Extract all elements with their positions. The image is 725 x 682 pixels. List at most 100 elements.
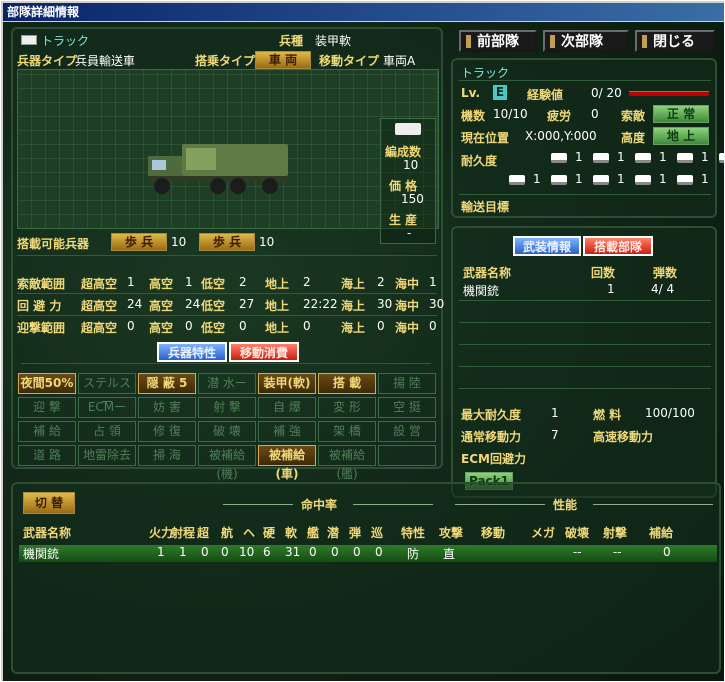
range-key: 地上 [265,321,290,335]
dur-label: 耐久度 [461,154,498,168]
trait-cell: 夜間50% [18,373,76,394]
perf-group-label: 性能 [553,498,578,512]
weapon-col-header: 潜 [327,526,340,540]
truck-small-icon [395,123,421,135]
weapon-col-header: 特性 [401,526,426,540]
lv-badge: E [493,85,507,100]
weapon-table-row-cells: 機関銃 1 1 0 0 10 6 31 0 0 0 0 防直 -- -- 0 [19,545,717,562]
tab-loaded-units[interactable]: 搭載部隊 [583,236,653,256]
fuel-value: 100/100 [645,406,695,420]
trait-cell: 搭 載 [318,373,376,394]
durability-value: 1 [617,150,625,164]
range-value: 0 [303,319,311,333]
fast-move-label: 高速移動力 [593,430,654,444]
move-type-value: 車両A [383,54,416,68]
weapon-cell: 0 [221,545,229,559]
hit-group-label: 命中率 [301,498,338,512]
range-value: 0 [429,319,437,333]
max-dur-value: 1 [551,406,559,420]
close-button[interactable]: 閉じる [635,30,715,52]
arms-row-ammo: 4/ 4 [651,282,675,296]
range-value: 24 [185,297,201,311]
tab-arms-info[interactable]: 武装情報 [513,236,581,256]
perf-group-line-right [593,504,713,505]
tank-icon [635,175,651,185]
range-value: 0 [127,319,135,333]
status-panel: トラック Lv. E 経験値 0/ 20 機数 10/10 疲労 0 索敵 正 … [451,58,724,218]
range-key: 海中 [395,277,420,291]
range-key: 海上 [341,277,366,291]
tank-icon [593,175,609,185]
weapon-cell: 防 [407,547,420,561]
next-unit-button[interactable]: 次部隊 [543,30,629,52]
hit-group-line-right [353,504,433,505]
range-value: 2 [377,275,385,289]
trait-cell: ステルスー [78,373,136,409]
weapon-cell: 1 [157,545,165,559]
range-key: 海上 [341,321,366,335]
weapon-cell: 直 [443,547,456,561]
weapon-cell: -- [573,545,582,559]
units-value: 10/10 [493,107,528,121]
range-value: 0 [185,319,193,333]
tank-icon [635,153,651,163]
arms-panel: 武装情報 搭載部隊 武器名称 回数 弾数 機関銃 1 4/ 4 最大耐久度 1 … [451,226,717,498]
weapon-table-row[interactable]: 機関銃 1 1 0 0 10 6 31 0 0 0 0 防直 -- -- 0 [19,545,717,562]
exp-value: 0/ 20 [591,86,622,100]
arms-row-name[interactable]: 機関銃 [463,282,499,299]
weapon-cell: 0 [375,545,383,559]
carry-1-badge: 歩 兵 [199,233,255,251]
weapon-col-header: 艦 [307,526,320,540]
durability-value: 1 [575,150,583,164]
prev-unit-button[interactable]: 前部隊 [459,30,537,52]
alt-badge: 地 上 [653,127,709,145]
trait-cell: 妨 害 [138,397,196,418]
trait-cell: 射 撃 [198,397,256,418]
range-key: 超高空 [81,321,118,335]
trait-cell: ECMー [78,397,136,418]
trait-cell: 変 形 [318,397,376,418]
range-value: 22:22 [303,297,338,311]
weapon-cell: 0 [331,545,339,559]
max-dur-label: 最大耐久度 [461,408,522,422]
range-key: 海上 [341,299,366,313]
trait-cell: 補 給 [18,421,76,442]
carry-0-value: 10 [171,235,187,249]
range-key: 低空 [201,321,226,335]
trait-cell: 被補給(機) [198,445,256,481]
trait-cell: 揚 陸 [378,373,436,394]
trait-grid: 夜間50% ステルスー隠 蔽 5潜 水ー 装甲(軟) 搭 載揚 陸迎 撃 ECMー妨 害… [18,373,438,481]
range-label: 索敵範囲 [17,277,66,291]
tab-weapon-traits[interactable]: 兵器特性 [157,342,227,362]
range-value: 0 [377,319,385,333]
tab-move-cost[interactable]: 移動消費 [229,342,299,362]
trait-cell: 自 爆 [258,397,316,418]
trait-cell [378,445,436,466]
trait-cell: 補 強 [258,421,316,442]
move-label: 通常移動力 [461,430,522,444]
trait-cell: 潜 水ー [198,373,256,394]
weapon-cell: 0 [201,545,209,559]
weapon-col-header: 航 [221,526,234,540]
unit-image-area: 編成数 10 価 格 150 生 産 - [17,69,439,244]
switch-button[interactable]: 切 替 [23,492,75,514]
tank-icon [677,153,693,163]
weapon-cell: 0 [353,545,361,559]
range-table: 索敵範囲 超高空 1 高空 1 低空 2 地上 2 海上 2 海中 1 回 避 力超高空 24 高空 24 低空 2… [17,275,444,341]
trait-cell: 占 領 [78,421,136,442]
weapon-col-header: メガ [531,526,556,540]
range-key: 地上 [265,277,290,291]
tank-icon [677,175,693,185]
weapon-type-value: 兵員輸送車 [75,54,136,68]
arms-header-ammo: 弾数 [653,266,678,280]
status-name: トラック [461,66,510,80]
range-value: 24 [127,297,143,311]
weapon-col-header: 硬 [263,526,276,540]
range-key: 低空 [201,277,226,291]
unit-panel: トラック 兵種 装甲軟 兵器タイプ 兵員輸送車 搭乗タイプ 車 両 移動タイプ … [11,27,444,481]
fatigue-label: 疲労 [547,109,572,123]
durability-value: 1 [575,172,583,186]
range-value: 30 [429,297,445,311]
stage: トラック 兵種 装甲軟 兵器タイプ 兵員輸送車 搭乗タイプ 車 両 移動タイプ … [3,22,724,681]
trait-cell: 被補給(車) [258,445,316,481]
